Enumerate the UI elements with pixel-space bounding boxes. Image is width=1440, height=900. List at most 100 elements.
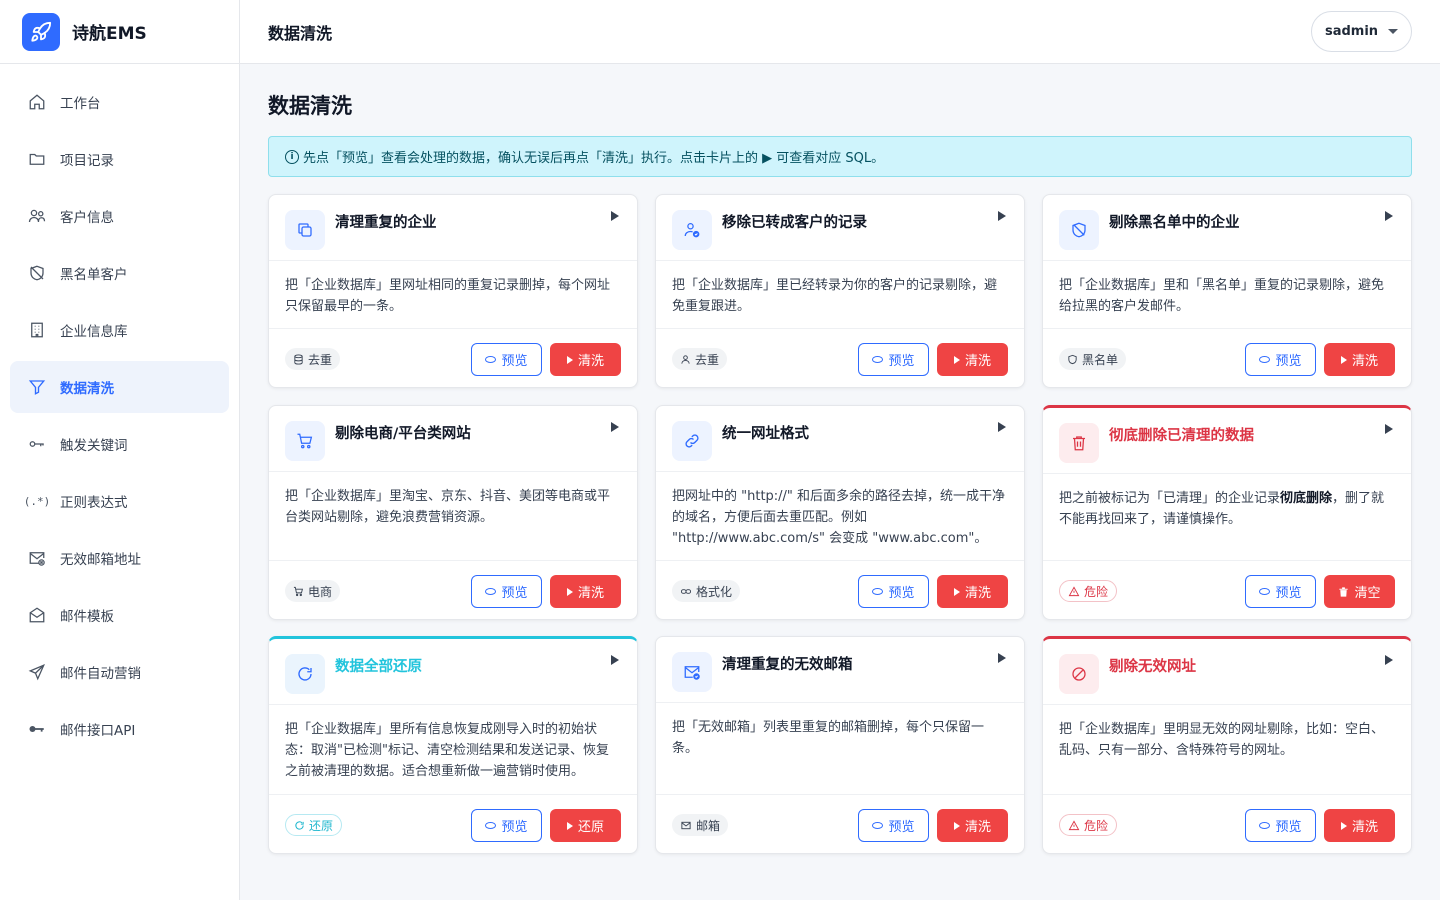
preview-button[interactable]: 预览 (1245, 809, 1316, 842)
sidebar-item-auto-marketing[interactable]: 邮件自动营销 (10, 646, 229, 698)
card-footer: 格式化 预览 清洗 (656, 560, 1024, 619)
card-footer: 去重 预览 清洗 (269, 328, 637, 387)
card-header: 清理重复的无效邮箱 (656, 637, 1024, 703)
info-icon: i (285, 149, 299, 164)
tag-badge: 危险 (1059, 814, 1118, 836)
card-footer: 去重 预览 清洗 (656, 328, 1024, 387)
toggle-sql-icon[interactable] (998, 653, 1006, 663)
card-header: 剔除无效网址 (1043, 639, 1411, 705)
card-description: 把「企业数据库」里所有信息恢复成刚导入时的初始状态：取消"已检测"标记、清空检测… (285, 722, 609, 779)
info-text: 先点「预览」查看会处理的数据，确认无误后再点「清洗」执行。点击卡片上的 ▶ 可查… (303, 151, 885, 166)
card-remove-converted: 移除已转成客户的记录 把「企业数据库」里已经转录为你的客户的记录剔除，避免重复跟… (655, 194, 1025, 388)
sidebar-item-customers[interactable]: 客户信息 (10, 190, 229, 242)
card-header: 清理重复的企业 (269, 195, 637, 261)
filter-icon (27, 377, 47, 397)
preview-button[interactable]: 预览 (858, 575, 929, 608)
preview-button[interactable]: 预览 (1245, 575, 1316, 608)
clean-button[interactable]: 清洗 (937, 343, 1008, 376)
tag-badge: 还原 (285, 814, 343, 836)
preview-button[interactable]: 预览 (1245, 343, 1316, 376)
card-footer: 黑名单 预览 清洗 (1043, 328, 1411, 387)
sidebar-item-email-api[interactable]: 邮件接口API (10, 703, 229, 755)
sidebar-item-label: 邮件模板 (60, 609, 114, 625)
sidebar-item-company-db[interactable]: 企业信息库 (10, 304, 229, 356)
clean-button[interactable]: 清洗 (550, 575, 621, 608)
preview-button[interactable]: 预览 (471, 575, 542, 608)
card-header: 剔除电商/平台类网站 (269, 406, 637, 472)
sidebar-item-label: 数据清洗 (60, 381, 114, 397)
play-icon (1340, 355, 1347, 364)
card-footer: 邮箱 预览 清洗 (656, 794, 1024, 853)
preview-button[interactable]: 预览 (858, 343, 929, 376)
eye-icon (485, 822, 497, 829)
copy-icon (285, 210, 325, 250)
sidebar-item-label: 黑名单客户 (60, 267, 128, 283)
card-description: 把「企业数据库」里已经转录为你的客户的记录剔除，避免重复跟进。 (672, 278, 998, 314)
tag-label: 格式化 (696, 584, 733, 599)
toggle-sql-icon[interactable] (1385, 655, 1393, 665)
card-title: 彻底删除已清理的数据 (1109, 428, 1254, 444)
toggle-sql-icon[interactable] (611, 655, 619, 665)
database-icon (293, 353, 304, 365)
user-menu-button[interactable]: sadmin (1311, 11, 1412, 52)
preview-label: 预览 (501, 586, 528, 601)
sidebar-item-invalid-emails[interactable]: 无效邮箱地址 (10, 532, 229, 584)
sidebar-item-label: 正则表达式 (60, 495, 128, 511)
header-title: 数据清洗 (268, 23, 333, 43)
preview-button[interactable]: 预览 (471, 809, 542, 842)
sidebar-item-keywords[interactable]: 触发关键词 (10, 418, 229, 470)
desc-emphasis: 彻底删除 (1280, 491, 1333, 506)
home-icon (27, 92, 47, 112)
toggle-sql-icon[interactable] (1385, 424, 1393, 434)
clean-button[interactable]: 清洗 (1324, 809, 1395, 842)
sidebar-item-email-templates[interactable]: 邮件模板 (10, 589, 229, 641)
user-check-icon (672, 210, 712, 250)
play-icon (566, 355, 573, 364)
sidebar-item-projects[interactable]: 项目记录 (10, 133, 229, 185)
caret-down-icon (1388, 29, 1399, 34)
toggle-sql-icon[interactable] (998, 422, 1006, 432)
link-icon (680, 586, 692, 597)
info-alert: i 先点「预览」查看会处理的数据，确认无误后再点「清洗」执行。点击卡片上的 ▶ … (268, 136, 1412, 177)
toggle-sql-icon[interactable] (998, 211, 1006, 221)
clean-button[interactable]: 清洗 (550, 343, 621, 376)
eye-icon (485, 356, 497, 363)
sidebar-item-regex[interactable]: (.*) 正则表达式 (10, 475, 229, 527)
page-title: 数据清洗 (268, 94, 352, 118)
card-normalize-urls: 统一网址格式 把网址中的 "http://" 和后面多余的路径去掉，统一成干净的… (655, 405, 1025, 620)
clean-button[interactable]: 清洗 (937, 809, 1008, 842)
sidebar-item-workbench[interactable]: 工作台 (10, 76, 229, 128)
card-title: 剔除黑名单中的企业 (1109, 215, 1240, 231)
brand[interactable]: 诗航EMS (0, 0, 239, 64)
sidebar-item-data-cleaning[interactable]: 数据清洗 (10, 361, 229, 413)
sidebar-item-label: 邮件接口API (60, 723, 136, 739)
shield-icon (1067, 354, 1078, 365)
preview-button[interactable]: 预览 (858, 809, 929, 842)
preview-label: 预览 (1275, 354, 1302, 369)
clean-button[interactable]: 清洗 (1324, 343, 1395, 376)
eye-icon (485, 588, 497, 595)
toggle-sql-icon[interactable] (611, 422, 619, 432)
clean-button[interactable]: 清洗 (937, 575, 1008, 608)
tag-label: 还原 (309, 818, 334, 833)
sidebar: 诗航EMS 工作台 项目记录 客户信息 黑名单客户 企业信息库 数据清洗 触发关… (0, 0, 240, 900)
preview-button[interactable]: 预览 (471, 343, 542, 376)
card-description: 把「企业数据库」里明显无效的网址剔除，比如：空白、乱码、只有一部分、含特殊符号的… (1059, 722, 1385, 758)
eye-icon (1259, 588, 1271, 595)
sidebar-item-label: 无效邮箱地址 (60, 552, 141, 568)
purge-button[interactable]: 清空 (1324, 575, 1395, 608)
preview-label: 预览 (501, 820, 528, 835)
restore-button[interactable]: 还原 (550, 809, 621, 842)
desc-text: 把之前被标记为「已清理」的企业记录 (1059, 491, 1281, 506)
play-icon (953, 821, 960, 830)
card-title: 剔除电商/平台类网站 (335, 426, 471, 442)
sidebar-item-label: 客户信息 (60, 210, 114, 226)
trash-icon (1338, 586, 1349, 598)
sidebar-item-blacklist[interactable]: 黑名单客户 (10, 247, 229, 299)
card-remove-invalid-urls: 剔除无效网址 把「企业数据库」里明显无效的网址剔除，比如：空白、乱码、只有一部分… (1042, 636, 1412, 854)
tag-badge: 邮箱 (672, 814, 729, 836)
toggle-sql-icon[interactable] (611, 211, 619, 221)
toggle-sql-icon[interactable] (1385, 211, 1393, 221)
mail-check-icon (672, 652, 712, 692)
card-restore-all: 数据全部还原 把「企业数据库」里所有信息恢复成刚导入时的初始状态：取消"已检测"… (268, 636, 638, 854)
